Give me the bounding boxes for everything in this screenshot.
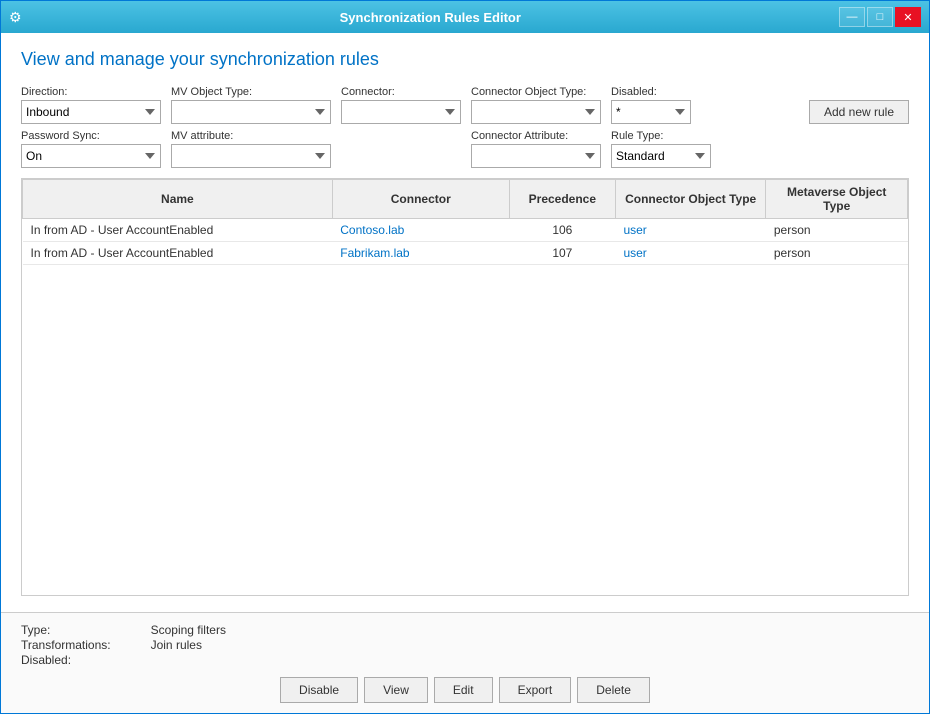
col-header-mv-obj-type: Metaverse Object Type	[766, 180, 908, 219]
maximize-button[interactable]: □	[867, 7, 893, 27]
mv-attribute-group: MV attribute:	[171, 130, 331, 168]
title-bar: ⚙ Synchronization Rules Editor — □ ✕	[1, 1, 929, 33]
cell-mv-obj-type: person	[766, 219, 908, 242]
password-sync-label: Password Sync:	[21, 130, 161, 142]
connector-select[interactable]	[341, 100, 461, 124]
mv-object-type-group: MV Object Type:	[171, 86, 331, 124]
mv-attribute-label: MV attribute:	[171, 130, 331, 142]
disabled-select[interactable]: * Yes No	[611, 100, 691, 124]
scoping-filters-label: Scoping filters	[151, 623, 226, 637]
connector-object-type-label: Connector Object Type:	[471, 86, 601, 98]
export-button[interactable]: Export	[499, 677, 572, 703]
col-header-precedence: Precedence	[509, 180, 615, 219]
rule-type-label: Rule Type:	[611, 130, 711, 142]
cell-conn-obj-type: user	[615, 219, 765, 242]
add-new-rule-button[interactable]: Add new rule	[809, 100, 909, 124]
connector-attribute-group: Connector Attribute:	[471, 130, 601, 168]
mv-object-type-select[interactable]	[171, 100, 331, 124]
disable-button[interactable]: Disable	[280, 677, 358, 703]
page-title: View and manage your synchronization rul…	[21, 49, 909, 70]
bottom-buttons: Disable View Edit Export Delete	[21, 677, 909, 703]
edit-button[interactable]: Edit	[434, 677, 493, 703]
bottom-disabled-label: Disabled:	[21, 653, 111, 667]
col-header-connector: Connector	[332, 180, 509, 219]
window-controls: — □ ✕	[839, 7, 921, 27]
table-body: In from AD - User AccountEnabled Contoso…	[23, 219, 908, 265]
mv-object-type-label: MV Object Type:	[171, 86, 331, 98]
col-header-conn-obj-type: Connector Object Type	[615, 180, 765, 219]
table-header-row: Name Connector Precedence Connector Obje…	[23, 180, 908, 219]
cell-connector: Fabrikam.lab	[332, 242, 509, 265]
connector-group: Connector:	[341, 86, 461, 124]
connector-object-type-group: Connector Object Type:	[471, 86, 601, 124]
rule-type-group: Rule Type: Standard Sticky	[611, 130, 711, 168]
main-content: View and manage your synchronization rul…	[1, 33, 929, 612]
rules-table: Name Connector Precedence Connector Obje…	[22, 179, 908, 265]
filter-section: Direction: Inbound Outbound MV Object Ty…	[21, 86, 909, 168]
direction-select[interactable]: Inbound Outbound	[21, 100, 161, 124]
bottom-panel: Type: Transformations: Disabled: Scoping…	[1, 612, 929, 713]
cell-name: In from AD - User AccountEnabled	[23, 219, 333, 242]
connector-attribute-select[interactable]	[471, 144, 601, 168]
cell-precedence: 107	[509, 242, 615, 265]
password-sync-group: Password Sync: On Off	[21, 130, 161, 168]
mv-attribute-select[interactable]	[171, 144, 331, 168]
app-icon: ⚙	[9, 9, 22, 26]
delete-button[interactable]: Delete	[577, 677, 650, 703]
close-button[interactable]: ✕	[895, 7, 921, 27]
direction-label: Direction:	[21, 86, 161, 98]
window-title: Synchronization Rules Editor	[22, 10, 839, 25]
bottom-info: Type: Transformations: Disabled: Scoping…	[21, 623, 909, 667]
filter-row-2: Password Sync: On Off MV attribute: Conn…	[21, 130, 909, 168]
cell-precedence: 106	[509, 219, 615, 242]
rule-type-select[interactable]: Standard Sticky	[611, 144, 711, 168]
bottom-info-right: Scoping filters Join rules	[151, 623, 226, 667]
join-rules-label: Join rules	[151, 638, 226, 652]
connector-attribute-label: Connector Attribute:	[471, 130, 601, 142]
table-row[interactable]: In from AD - User AccountEnabled Contoso…	[23, 219, 908, 242]
cell-connector: Contoso.lab	[332, 219, 509, 242]
cell-conn-obj-type: user	[615, 242, 765, 265]
password-sync-select[interactable]: On Off	[21, 144, 161, 168]
direction-group: Direction: Inbound Outbound	[21, 86, 161, 124]
connector-label: Connector:	[341, 86, 461, 98]
disabled-group: Disabled: * Yes No	[611, 86, 691, 124]
type-label: Type:	[21, 623, 111, 637]
table-row[interactable]: In from AD - User AccountEnabled Fabrika…	[23, 242, 908, 265]
cell-mv-obj-type: person	[766, 242, 908, 265]
rules-table-container: Name Connector Precedence Connector Obje…	[21, 178, 909, 596]
view-button[interactable]: View	[364, 677, 428, 703]
filter-row-1: Direction: Inbound Outbound MV Object Ty…	[21, 86, 909, 124]
connector-object-type-select[interactable]	[471, 100, 601, 124]
cell-name: In from AD - User AccountEnabled	[23, 242, 333, 265]
transformations-label: Transformations:	[21, 638, 111, 652]
main-window: ⚙ Synchronization Rules Editor — □ ✕ Vie…	[0, 0, 930, 714]
col-header-name: Name	[23, 180, 333, 219]
disabled-label: Disabled:	[611, 86, 691, 98]
minimize-button[interactable]: —	[839, 7, 865, 27]
bottom-info-left: Type: Transformations: Disabled:	[21, 623, 111, 667]
